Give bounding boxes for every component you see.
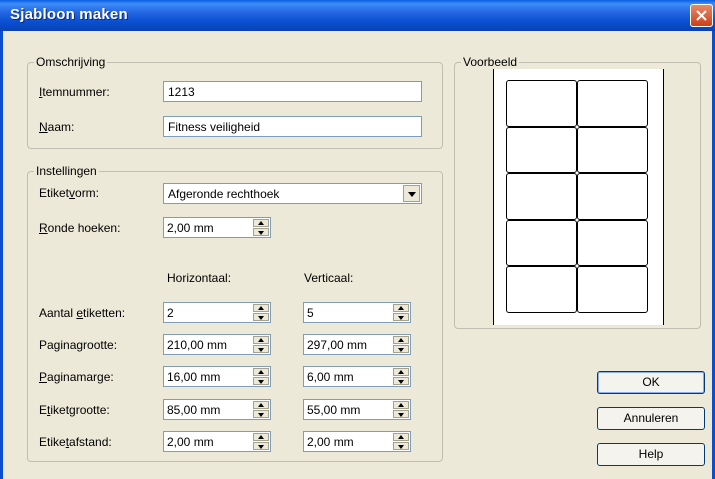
spin-up-icon[interactable] <box>253 401 269 409</box>
horizontaal-header: Horizontaal: <box>167 271 232 285</box>
spin-up-icon[interactable] <box>253 433 269 441</box>
close-icon <box>696 10 707 21</box>
spin-up-icon[interactable] <box>253 304 269 312</box>
dropdown-arrow-icon[interactable] <box>403 185 420 202</box>
paginagrootte-v-stepper[interactable] <box>303 334 411 355</box>
preview-label-cell <box>506 173 577 220</box>
paginagrootte-h-input[interactable] <box>164 335 250 354</box>
etiketvorm-select[interactable]: Afgeronde rechthoek <box>163 183 422 204</box>
spin-down-icon[interactable] <box>253 377 269 385</box>
preview-label-cell <box>577 219 648 266</box>
spin-down-icon[interactable] <box>253 442 269 450</box>
verticaal-header: Verticaal: <box>304 271 354 285</box>
spin-buttons[interactable] <box>253 401 269 418</box>
spin-up-icon[interactable] <box>393 433 409 441</box>
label-sheet-preview <box>493 69 664 325</box>
window-border-left <box>0 31 3 479</box>
preview-label-cell <box>506 266 577 313</box>
etiketvorm-label: Etiketvorm: <box>39 186 100 200</box>
etiketgrootte-h-stepper[interactable] <box>163 399 271 420</box>
etiketafstand-v-stepper[interactable] <box>303 431 411 452</box>
etiketafstand-v-input[interactable] <box>304 432 390 451</box>
help-button[interactable]: Help <box>597 443 705 466</box>
omschrijving-legend: Omschrijving <box>36 55 106 69</box>
aantal-etiketten-h-stepper[interactable] <box>163 302 271 323</box>
spin-down-icon[interactable] <box>253 313 269 321</box>
etiketafstand-h-stepper[interactable] <box>163 431 271 452</box>
spin-down-icon[interactable] <box>393 345 409 353</box>
spin-up-icon[interactable] <box>393 401 409 409</box>
title-bar[interactable]: Sjabloon maken <box>0 0 715 31</box>
naam-input[interactable] <box>164 117 421 136</box>
preview-label-cell <box>577 173 648 220</box>
paginamarge-v-stepper[interactable] <box>303 366 411 387</box>
etiketafstand-h-input[interactable] <box>164 432 250 451</box>
etiketgrootte-h-input[interactable] <box>164 400 250 419</box>
spin-buttons[interactable] <box>253 304 269 321</box>
etiketgrootte-label: Etiketgrootte: <box>39 403 110 417</box>
spin-down-icon[interactable] <box>253 228 269 236</box>
aantal-etiketten-h-input[interactable] <box>164 303 250 322</box>
instellingen-legend: Instellingen <box>36 164 97 178</box>
paginamarge-label: Paginamarge: <box>39 370 114 384</box>
spin-up-icon[interactable] <box>393 304 409 312</box>
window-title: Sjabloon maken <box>10 6 128 23</box>
close-button[interactable] <box>690 4 713 27</box>
dialog-window: Sjabloon maken Omschrijving Itemnummer: … <box>0 0 715 479</box>
spin-buttons[interactable] <box>393 401 409 418</box>
paginamarge-h-stepper[interactable] <box>163 366 271 387</box>
etiketgrootte-v-input[interactable] <box>304 400 390 419</box>
spin-buttons[interactable] <box>253 433 269 450</box>
etiketgrootte-v-stepper[interactable] <box>303 399 411 420</box>
preview-label-cell <box>506 219 577 266</box>
paginagrootte-label: Paginagrootte: <box>39 338 118 352</box>
itemnummer-label: Itemnummer: <box>39 85 110 99</box>
annuleren-button[interactable]: Annuleren <box>597 407 705 430</box>
itemnummer-input[interactable] <box>164 82 421 101</box>
preview-label-cell <box>577 266 648 313</box>
spin-buttons[interactable] <box>253 368 269 385</box>
spin-down-icon[interactable] <box>393 377 409 385</box>
spin-buttons[interactable] <box>393 368 409 385</box>
ronde-hoeken-stepper[interactable] <box>163 217 271 238</box>
aantal-etiketten-v-input[interactable] <box>304 303 390 322</box>
spin-down-icon[interactable] <box>253 345 269 353</box>
spin-up-icon[interactable] <box>253 368 269 376</box>
spin-up-icon[interactable] <box>393 336 409 344</box>
spin-buttons[interactable] <box>393 304 409 321</box>
etiketafstand-label: Etiketafstand: <box>39 435 112 449</box>
spin-down-icon[interactable] <box>253 410 269 418</box>
aantal-etiketten-v-stepper[interactable] <box>303 302 411 323</box>
ronde-hoeken-label: Ronde hoeken: <box>39 221 121 235</box>
etiketvorm-value: Afgeronde rechthoek <box>168 187 280 201</box>
ronde-hoeken-input[interactable] <box>164 218 250 237</box>
preview-label-cell <box>577 80 648 127</box>
naam-field[interactable] <box>163 116 422 137</box>
spin-down-icon[interactable] <box>393 442 409 450</box>
spin-up-icon[interactable] <box>393 368 409 376</box>
spin-up-icon[interactable] <box>253 336 269 344</box>
spin-up-icon[interactable] <box>253 219 269 227</box>
spin-down-icon[interactable] <box>393 410 409 418</box>
spin-buttons[interactable] <box>253 336 269 353</box>
spin-buttons[interactable] <box>393 433 409 450</box>
preview-label-cell <box>506 126 577 173</box>
paginagrootte-h-stepper[interactable] <box>163 334 271 355</box>
spin-buttons[interactable] <box>253 219 269 236</box>
paginamarge-v-input[interactable] <box>304 367 390 386</box>
preview-label-cell <box>577 126 648 173</box>
itemnummer-field[interactable] <box>163 81 422 102</box>
preview-label-cell <box>506 80 577 127</box>
ok-button[interactable]: OK <box>597 371 705 394</box>
paginamarge-h-input[interactable] <box>164 367 250 386</box>
spin-down-icon[interactable] <box>393 313 409 321</box>
aantal-etiketten-label: Aantal etiketten: <box>39 306 126 320</box>
voorbeeld-legend: Voorbeeld <box>463 55 518 69</box>
paginagrootte-v-input[interactable] <box>304 335 390 354</box>
spin-buttons[interactable] <box>393 336 409 353</box>
naam-label: Naam: <box>39 120 75 134</box>
